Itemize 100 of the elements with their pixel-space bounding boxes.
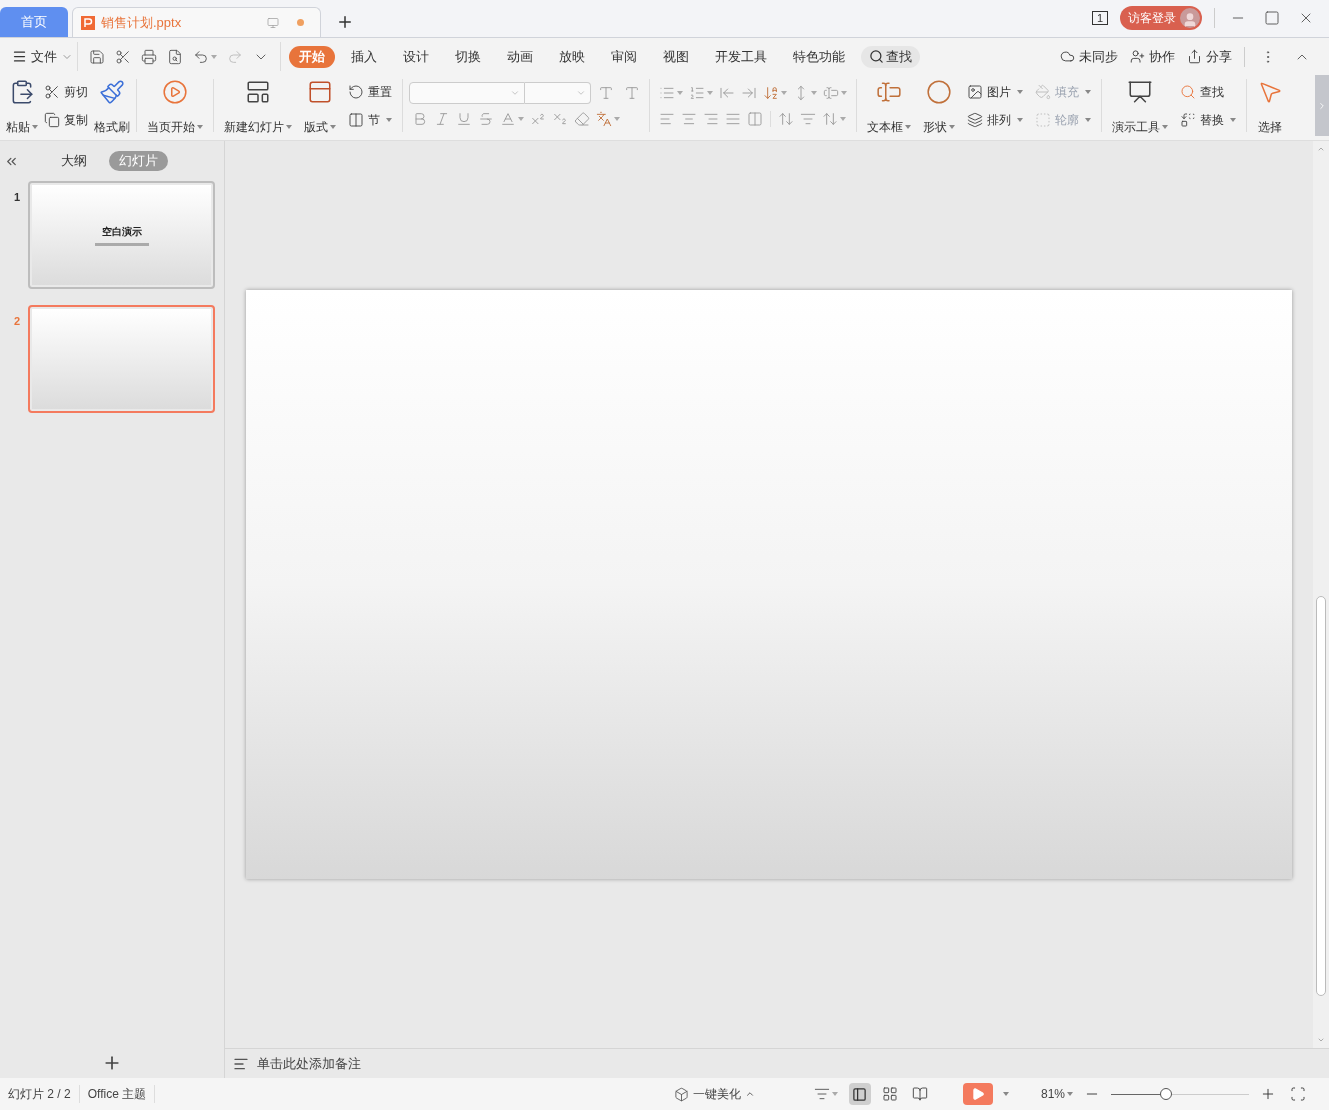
picture-button[interactable]: 图片 xyxy=(965,79,1025,104)
slide-title: 空白演示 xyxy=(101,225,142,239)
sync-status-button[interactable]: 未同步 xyxy=(1060,46,1118,67)
reset-button[interactable]: 重置 xyxy=(346,79,394,104)
paintbrush-icon xyxy=(99,78,125,105)
search-icon xyxy=(1180,83,1196,100)
play-circle-icon xyxy=(162,78,188,105)
search-button[interactable]: 查找 xyxy=(861,45,920,68)
caret-icon xyxy=(1230,117,1236,122)
caret-icon xyxy=(32,124,38,129)
format-painter-button[interactable]: 格式刷 xyxy=(92,76,132,135)
layers-icon xyxy=(967,111,983,128)
arrange-button[interactable]: 排列 xyxy=(965,107,1025,132)
scroll-up-icon[interactable] xyxy=(1317,145,1325,153)
login-button[interactable]: 访客登录 xyxy=(1120,6,1202,30)
find-button[interactable]: 查找 xyxy=(1178,79,1238,104)
caret-icon xyxy=(286,124,292,129)
subtitle-placeholder-drawing xyxy=(94,243,149,246)
copy-button[interactable]: 复制 xyxy=(42,107,90,132)
panel-view-tab[interactable]: 大纲 xyxy=(51,151,97,171)
paint-bucket-icon xyxy=(1035,83,1051,100)
file-menu[interactable]: 文件 xyxy=(8,46,77,67)
slider-thumb[interactable] xyxy=(1160,1088,1173,1100)
section-icon xyxy=(348,111,364,128)
notes-placeholder[interactable]: 单击此处添加备注 xyxy=(257,1053,361,1074)
font-size-field[interactable] xyxy=(525,81,591,104)
ribbon-tab[interactable]: 插入 xyxy=(341,45,387,68)
cloud-icon xyxy=(1060,49,1075,64)
caret-icon xyxy=(1017,117,1023,122)
scissors-icon xyxy=(44,83,60,100)
caret-icon xyxy=(1162,124,1168,129)
cube-icon xyxy=(673,1086,689,1102)
theme-name: Office 主题 xyxy=(79,1085,156,1103)
caret-icon xyxy=(1085,117,1091,122)
caret-icon xyxy=(905,124,911,129)
replace-button[interactable]: 替换 xyxy=(1178,107,1238,132)
shapes-icon xyxy=(926,78,952,105)
paste-button[interactable]: 粘贴 xyxy=(4,76,40,135)
ribbon-tab[interactable]: 视图 xyxy=(653,45,699,68)
ribbon-tab[interactable]: 开发工具 xyxy=(705,45,777,68)
section-button[interactable]: 节 xyxy=(346,107,394,132)
tab-label: 销售计划.pptx xyxy=(101,13,182,32)
layout-icon xyxy=(307,78,333,105)
slide-number: 2 xyxy=(12,314,20,329)
search-icon xyxy=(869,49,884,64)
replace-icon xyxy=(1180,111,1196,128)
normal-view-icon[interactable] xyxy=(848,1083,871,1105)
scrollbar-thumb[interactable] xyxy=(1316,596,1326,996)
beautify-button[interactable]: 一键美化 xyxy=(673,1085,755,1103)
slide-canvas[interactable] xyxy=(246,290,1292,879)
tab-label: 首页 xyxy=(21,13,47,32)
slide-count: 幻灯片 2 / 2 xyxy=(0,1085,80,1103)
caret-icon xyxy=(386,117,392,122)
play-button[interactable] xyxy=(962,1083,993,1105)
caret-icon xyxy=(1002,1092,1009,1096)
zoom-slider[interactable] xyxy=(1111,1088,1249,1100)
caret-icon xyxy=(330,124,336,129)
new-slide-icon xyxy=(245,78,271,105)
caret-icon xyxy=(197,124,203,129)
share-icon xyxy=(1187,49,1202,64)
picture-icon xyxy=(967,83,983,100)
caret-icon xyxy=(1067,1092,1073,1096)
collaborate-button[interactable]: 协作 xyxy=(1130,46,1175,67)
text-box-button[interactable]: 文本框 xyxy=(865,76,913,135)
scroll-down-icon[interactable] xyxy=(1317,1036,1325,1044)
slide-number: 1 xyxy=(12,190,20,205)
play-from-current-button[interactable]: 当页开始 xyxy=(145,76,205,135)
presentation-tools-button[interactable]: 演示工具 xyxy=(1110,76,1170,135)
select-button[interactable]: 选择 xyxy=(1255,76,1285,135)
ribbon-tab[interactable]: 特色功能 xyxy=(783,45,855,68)
avatar-icon xyxy=(1180,8,1200,28)
new-slide-button[interactable]: 新建幻灯片 xyxy=(222,76,294,135)
ribbon-tab[interactable]: 审阅 xyxy=(601,45,647,68)
plus-icon xyxy=(336,13,354,31)
slide-thumbnail[interactable] xyxy=(28,305,215,413)
chevron-up-icon xyxy=(744,1089,755,1099)
zoom-level-dropdown[interactable]: 81% xyxy=(1040,1085,1073,1103)
chevron-right-icon xyxy=(1317,100,1327,111)
ribbon-tab[interactable]: 动画 xyxy=(497,45,543,68)
layout-button[interactable]: 版式 xyxy=(302,76,338,135)
share-button[interactable]: 分享 xyxy=(1187,46,1232,67)
vertical-scrollbar[interactable] xyxy=(1313,141,1329,1048)
reset-icon xyxy=(348,83,364,100)
window-count-button[interactable]: 1 xyxy=(1091,11,1108,25)
play-icon xyxy=(970,1087,985,1101)
caret-icon xyxy=(1017,89,1023,94)
ribbon-tab[interactable]: 切换 xyxy=(445,45,491,68)
ribbon-tab[interactable]: 放映 xyxy=(549,45,595,68)
shapes-button[interactable]: 形状 xyxy=(921,76,957,135)
presentation-file-icon xyxy=(81,15,95,30)
copy-icon xyxy=(44,111,60,128)
outline-icon xyxy=(1035,111,1051,128)
cut-button[interactable]: 剪切 xyxy=(42,79,90,104)
slide-thumbnail[interactable]: 空白演示 xyxy=(28,181,215,289)
ribbon-tab[interactable]: 设计 xyxy=(393,45,439,68)
user-plus-icon xyxy=(1130,49,1145,64)
caret-icon xyxy=(949,124,955,129)
ribbon-scroll-button[interactable] xyxy=(1315,75,1329,136)
font-name-field[interactable] xyxy=(409,81,525,104)
menu-icon xyxy=(12,49,27,64)
